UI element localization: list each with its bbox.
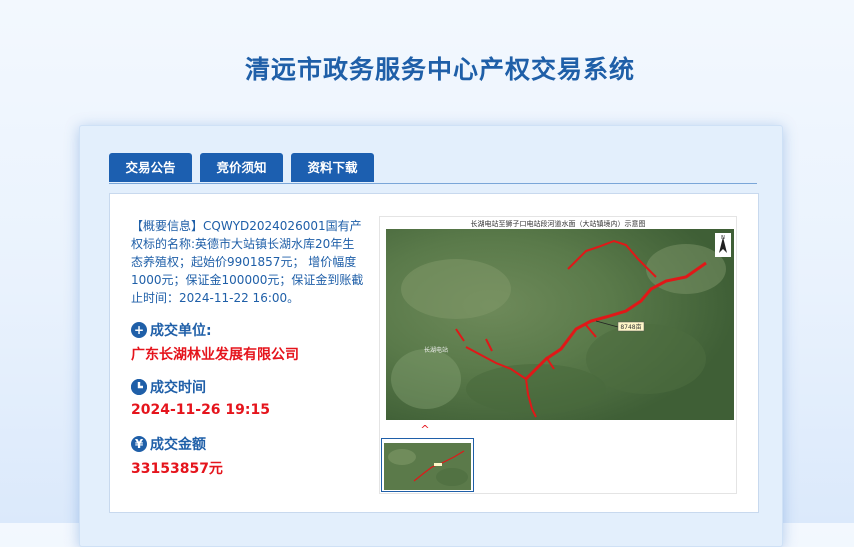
- north-arrow-label: N: [721, 235, 725, 241]
- map-caption: 长湖电站至狮子口电站段河道水面（大站镇境内）示意图: [470, 220, 646, 228]
- clock-icon: [131, 379, 147, 395]
- deal-unit-label: 成交单位:: [150, 323, 212, 339]
- tab-bidding-notice[interactable]: 竞价须知: [200, 153, 283, 182]
- overview-text: 【概要信息】CQWYD2024026001国有产权标的名称:英德市大站镇长湖水库…: [131, 219, 364, 305]
- detail-card: 交易公告 竞价须知 资料下载 【概要信息】CQWYD2024026001国有产权…: [79, 125, 783, 547]
- map-place-label: 长湖电站: [424, 346, 448, 354]
- deal-amount-value: 33153857元: [131, 461, 223, 477]
- map-thumbnail[interactable]: [381, 438, 474, 492]
- tab-downloads[interactable]: 资料下载: [291, 153, 374, 182]
- chevron-up-icon[interactable]: ^: [418, 424, 432, 435]
- map-main-image[interactable]: 长湖电站至狮子口电站段河道水面（大站镇境内）示意图 8748亩 长湖电站 N: [380, 217, 736, 423]
- deal-unit-heading: + 成交单位:: [131, 320, 212, 340]
- tab-bar: 交易公告 竞价须知 资料下载: [109, 153, 757, 184]
- map-viewer: 长湖电站至狮子口电站段河道水面（大站镇境内）示意图 8748亩 长湖电站 N ^: [379, 216, 737, 494]
- deal-time-value: 2024-11-26 19:15: [131, 402, 270, 418]
- deal-amount-label: 成交金额: [150, 437, 206, 453]
- deal-amount-heading: ¥ 成交金额: [131, 434, 206, 454]
- thumbnail-image: [382, 439, 473, 491]
- page-title: 清远市政务服务中心产权交易系统: [244, 55, 635, 84]
- yen-circle-icon: ¥: [131, 436, 147, 452]
- tab-announcement[interactable]: 交易公告: [109, 153, 192, 182]
- plus-circle-icon: +: [131, 322, 147, 338]
- content-panel: 【概要信息】CQWYD2024026001国有产权标的名称:英德市大站镇长湖水库…: [109, 193, 759, 513]
- map-area-label: 8748亩: [620, 323, 641, 331]
- satellite-map: 8748亩 长湖电站 N: [386, 229, 734, 420]
- deal-unit-value: 广东长湖林业发展有限公司: [131, 347, 299, 363]
- deal-time-heading: 成交时间: [131, 377, 206, 397]
- deal-time-label: 成交时间: [150, 380, 206, 396]
